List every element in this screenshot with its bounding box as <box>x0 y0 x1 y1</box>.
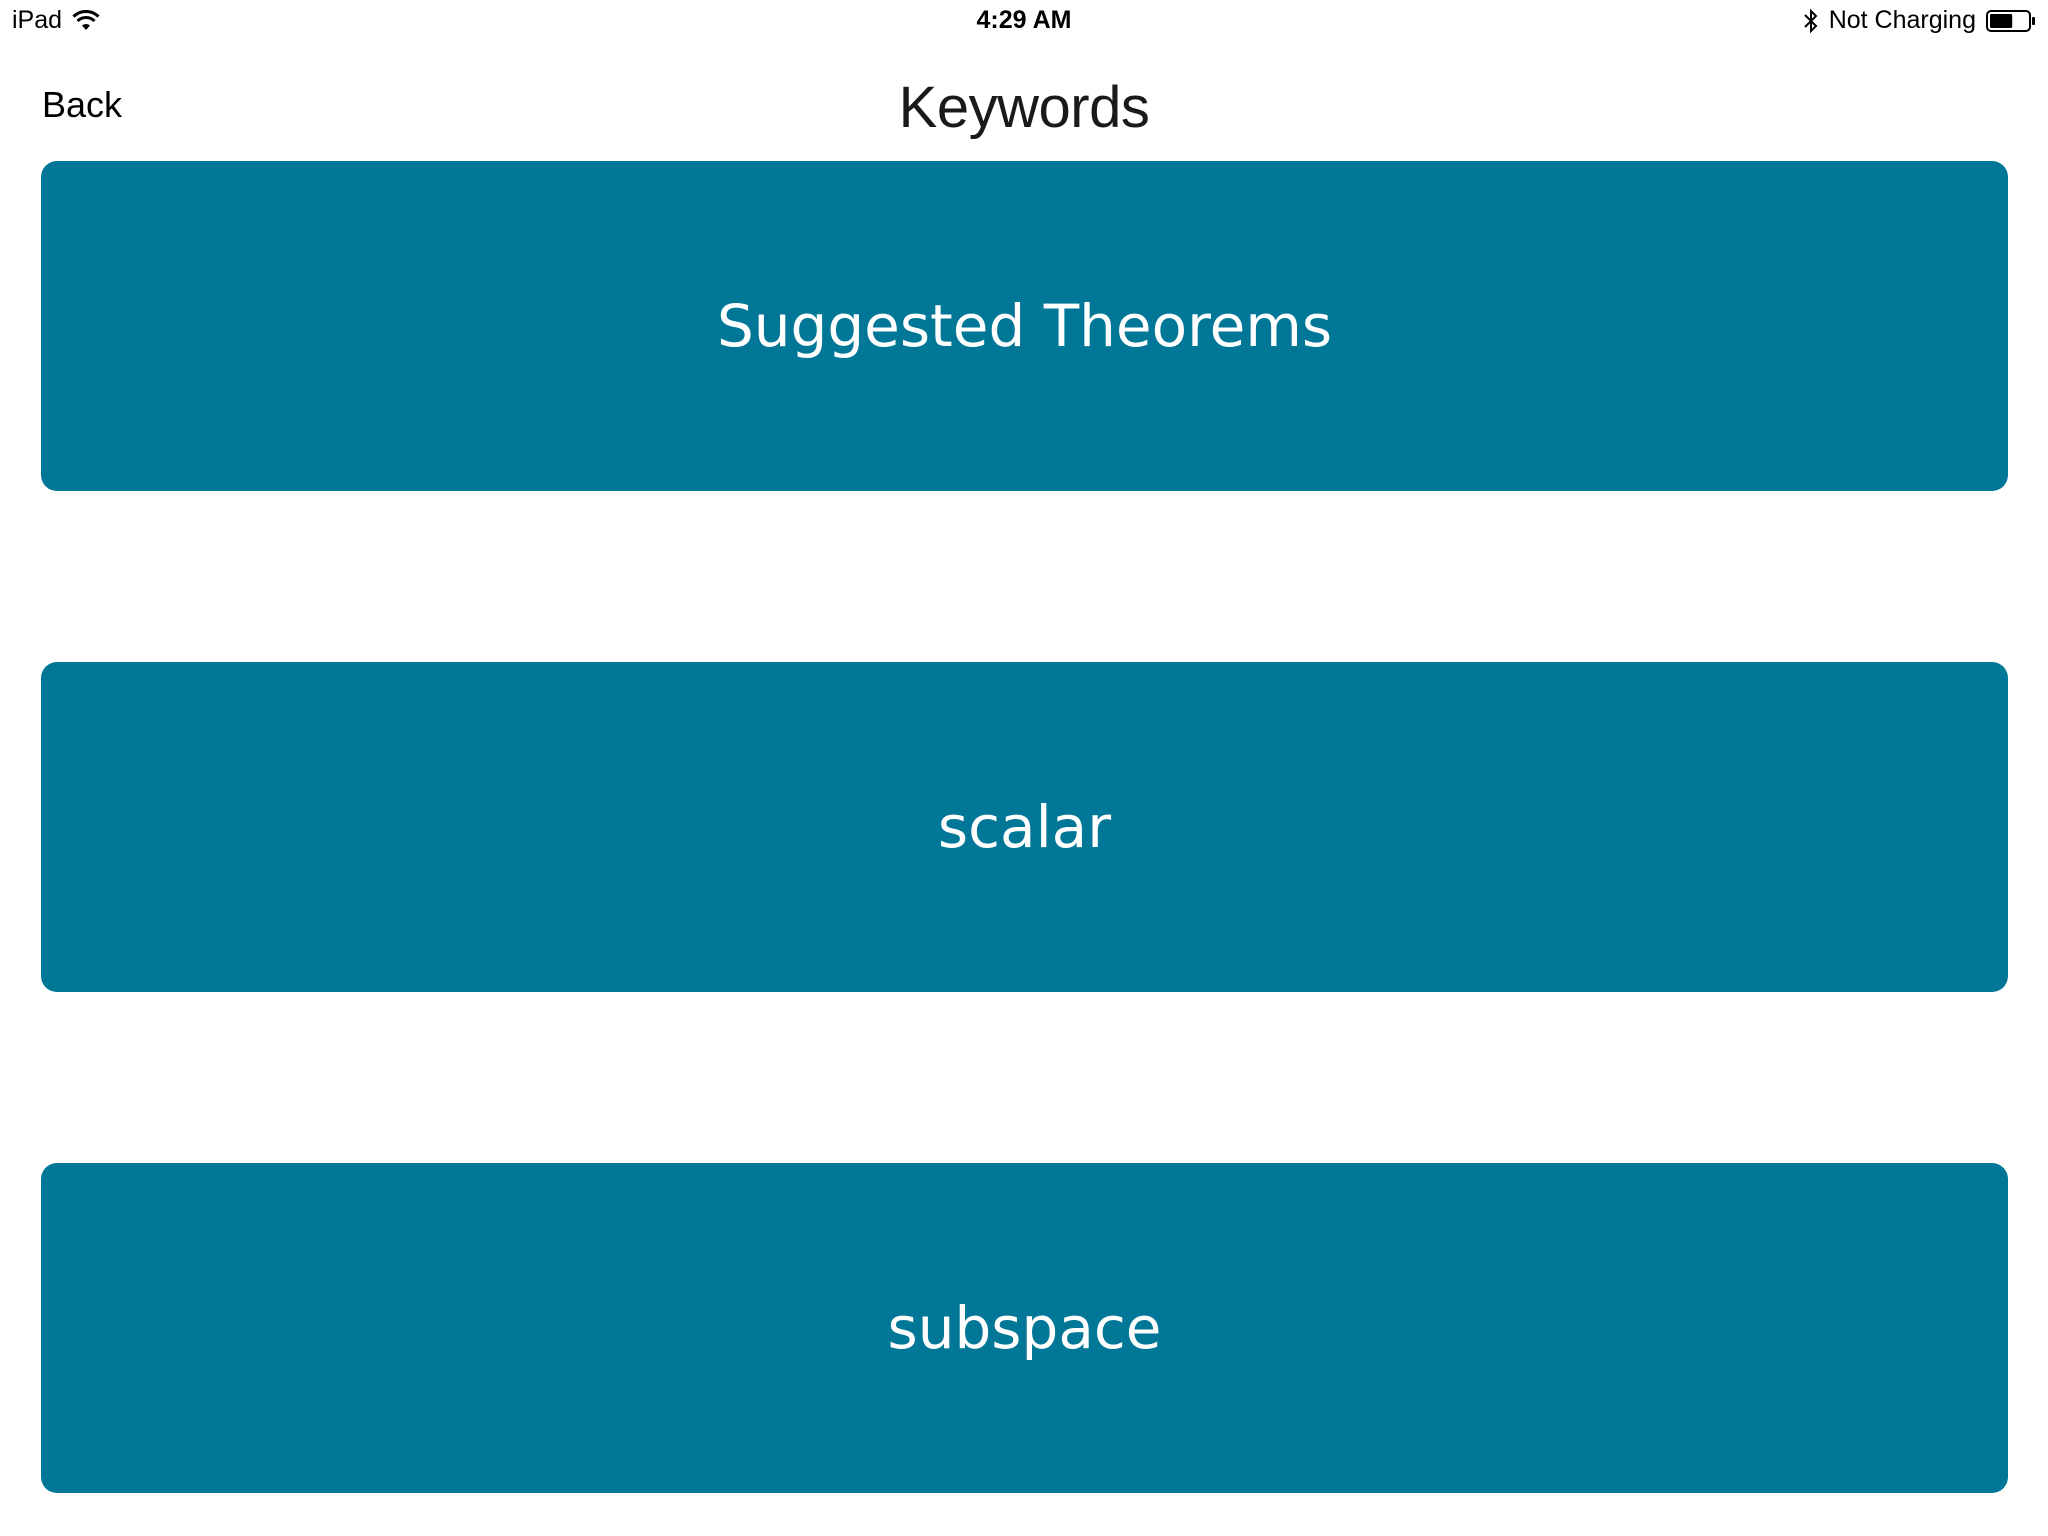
keyword-button-suggested-theorems[interactable]: Suggested Theorems <box>41 161 2008 491</box>
bluetooth-icon <box>1803 8 1819 34</box>
keyword-label: scalar <box>937 793 1112 861</box>
keyword-label: Suggested Theorems <box>716 292 1333 360</box>
page-title: Keywords <box>898 75 1150 140</box>
navigation-bar: Back Keywords <box>0 40 2048 158</box>
screen: iPad 4:29 AM Not Charging Back Keywords … <box>0 0 2048 1536</box>
status-right: Not Charging <box>1803 6 2036 35</box>
keyword-label: subspace <box>887 1294 1162 1362</box>
keyword-list: Suggested Theorems scalar subspace <box>41 161 2008 1493</box>
status-bar: iPad 4:29 AM Not Charging <box>0 0 2048 40</box>
status-time: 4:29 AM <box>976 6 1072 34</box>
battery-status-text: Not Charging <box>1828 6 1976 34</box>
keyword-button-scalar[interactable]: scalar <box>41 662 2008 992</box>
battery-icon <box>1986 9 2036 32</box>
keyword-button-subspace[interactable]: subspace <box>41 1163 2008 1493</box>
